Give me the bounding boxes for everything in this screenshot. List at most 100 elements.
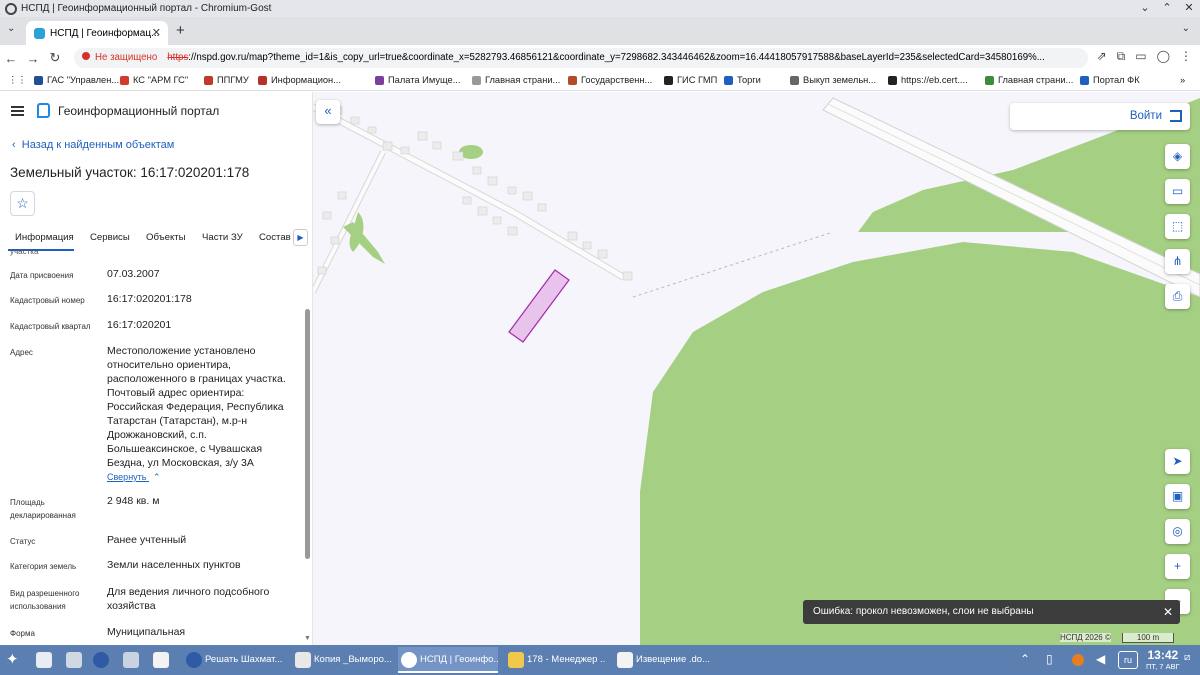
bookmark-item[interactable]: ППГМУ xyxy=(204,75,249,85)
taskbar-task-active[interactable]: НСПД | Геоинфо... xyxy=(398,647,498,673)
scale-label: 100 m xyxy=(1136,633,1160,642)
shutdown-app-icon[interactable] xyxy=(153,652,169,668)
bookmark-item[interactable]: https://eb.cert.... xyxy=(888,75,968,85)
tab-info[interactable]: Информация xyxy=(15,232,74,243)
browser-logo-icon xyxy=(5,2,17,15)
taskbar-task[interactable]: Извещение .do... xyxy=(614,647,714,673)
show-desktop-icon[interactable]: ⧄ xyxy=(1184,652,1200,668)
files-icon[interactable] xyxy=(36,652,52,668)
tab-objects[interactable]: Объекты xyxy=(146,232,186,243)
bookmark-label: ГАС "Управлен... xyxy=(47,75,120,85)
bookmark-item[interactable]: ГИС ГМП xyxy=(664,75,717,85)
tray-expand-icon[interactable]: ⌃ xyxy=(1020,652,1036,668)
field-value: 2 948 кв. м xyxy=(107,495,160,507)
bookmark-item[interactable]: КС "АРМ ГС" xyxy=(120,75,188,85)
hamburger-menu-icon[interactable] xyxy=(11,106,24,116)
bookmark-item[interactable]: Информацион... xyxy=(258,75,341,85)
bookmark-favicon-icon xyxy=(888,75,897,85)
navigation-bar: ← → ↻ Не защищено https://nspd.gov.ru/map… xyxy=(0,45,1200,71)
task-label: Решать Шахмат... xyxy=(205,654,283,665)
geolocation-icon[interactable]: ➤ xyxy=(1165,449,1190,474)
task-label: Извещение .do... xyxy=(636,654,711,665)
login-arrow-icon xyxy=(1170,110,1182,122)
usb-icon[interactable]: ▯ xyxy=(1046,652,1062,668)
bookmark-favicon-icon xyxy=(34,75,43,85)
tabs-scroll-right-button[interactable]: ▶ xyxy=(293,229,308,246)
more-bookmarks-icon[interactable]: » xyxy=(1180,75,1185,85)
print-icon[interactable]: ⎙ xyxy=(1165,284,1190,309)
task-label: НСПД | Геоинфо... xyxy=(420,654,498,665)
restore-icon[interactable]: ⌃ xyxy=(1156,0,1178,17)
share-icon[interactable]: ⇗ xyxy=(1097,49,1107,64)
panel-scrollbar[interactable] xyxy=(305,309,310,559)
field-value: 16:17:020201:178 xyxy=(107,293,192,305)
bookmark-favicon-icon xyxy=(375,75,384,85)
notification-icon[interactable] xyxy=(1072,654,1084,666)
scroll-down-icon[interactable]: ▼ xyxy=(304,635,311,642)
bookmark-item[interactable]: ГАС "Управлен... xyxy=(34,75,119,85)
back-link-label: Назад к найденным объектам xyxy=(21,139,175,151)
back-to-results-link[interactable]: ‹ Назад к найденным объектам xyxy=(12,139,174,151)
map-canvas[interactable] xyxy=(313,92,1200,645)
favorite-star-button[interactable]: ☆ xyxy=(10,191,35,216)
login-button[interactable]: Войти xyxy=(1010,103,1190,130)
address-bar[interactable]: Не защищено https://nspd.gov.ru/map?theme… xyxy=(74,48,1088,68)
ruler-icon[interactable]: ▭ xyxy=(1165,179,1190,204)
tab-search-icon[interactable]: ⌄ xyxy=(7,23,15,34)
bookmarks-bar: ⋮⋮ ГАС "Управлен... КС "АРМ ГС" ППГМУ Инфор… xyxy=(0,71,1200,91)
url-scheme: https xyxy=(167,52,189,63)
close-tab-icon[interactable]: ✕ xyxy=(152,26,161,39)
collapse-panel-button[interactable]: « xyxy=(316,100,340,124)
apps-icon[interactable]: ⋮⋮ xyxy=(8,75,27,86)
window-switcher-icon[interactable] xyxy=(66,652,82,668)
window-titlebar: НСПД | Геоинформационный портал - Chromi… xyxy=(0,0,1200,17)
bookmark-item[interactable]: Палата Имуще... xyxy=(375,75,460,85)
bookmark-item[interactable]: Государственн... xyxy=(568,75,652,85)
profile-icon[interactable]: ◯ xyxy=(1157,49,1170,64)
zoom-in-button[interactable]: + xyxy=(1165,554,1190,579)
bookmark-item[interactable]: Главная страни... xyxy=(985,75,1073,85)
forward-icon[interactable]: → xyxy=(22,51,44,66)
back-icon[interactable]: ← xyxy=(0,51,22,66)
bookmark-label: ГИС ГМП xyxy=(677,75,718,85)
portal-logo-icon xyxy=(37,103,50,118)
select-area-icon[interactable]: ⬚ xyxy=(1165,214,1190,239)
app-icon[interactable] xyxy=(123,652,139,668)
start-menu-icon[interactable]: ✦ xyxy=(6,652,22,668)
taskbar-task[interactable]: 178 - Менеджер ... xyxy=(505,647,605,673)
field-value: Ранее учтенный xyxy=(107,534,187,546)
reload-icon[interactable]: ↻ xyxy=(44,50,66,66)
field-label: Дата присвоения xyxy=(10,271,74,280)
compass-icon[interactable]: ◎ xyxy=(1165,519,1190,544)
tab-list-icon[interactable]: ⌄ xyxy=(1182,23,1190,34)
extensions-icon[interactable]: ⧉ xyxy=(1117,49,1126,64)
bookmark-label: Информацион... xyxy=(271,75,341,85)
yandex-browser-icon[interactable] xyxy=(93,652,109,668)
tab-composition[interactable]: Состав xyxy=(259,232,291,243)
bookmark-item[interactable]: Главная страни... xyxy=(472,75,560,85)
keyboard-layout[interactable]: ru xyxy=(1118,651,1138,669)
tab-services[interactable]: Сервисы xyxy=(90,232,130,243)
clock[interactable]: 13:42 ПТ, 7 АВГ xyxy=(1146,648,1180,671)
volume-icon[interactable]: ◀ xyxy=(1096,652,1112,668)
map-copyright: НСПД 2026 © xyxy=(1060,633,1111,642)
map-layer xyxy=(313,92,1200,645)
new-tab-icon[interactable]: + xyxy=(176,22,185,39)
menu-icon[interactable]: ⋮ xyxy=(1180,49,1192,64)
bookmark-item[interactable]: Торги xyxy=(724,75,761,85)
close-window-icon[interactable]: ✕ xyxy=(1178,0,1200,17)
minimize-icon[interactable]: ⌄ xyxy=(1134,0,1156,17)
taskbar-task[interactable]: Копия _Выморо... xyxy=(292,647,392,673)
basemap-icon[interactable]: ▣ xyxy=(1165,484,1190,509)
bookmark-item[interactable]: Выкуп земельн... xyxy=(790,75,876,85)
browser-tab-active[interactable]: НСПД | Геоинформац... ✕ xyxy=(26,21,168,45)
taskbar-task[interactable]: Решать Шахмат... xyxy=(183,647,283,673)
share-map-icon[interactable]: ⋔ xyxy=(1165,249,1190,274)
bookmark-item[interactable]: Портал ФК xyxy=(1080,75,1140,85)
sidepanel-icon[interactable]: ▭ xyxy=(1135,49,1146,64)
tab-parts[interactable]: Части ЗУ xyxy=(202,232,243,243)
field-value: Земли населенных пунктов xyxy=(107,559,241,571)
layers-icon[interactable]: ◈ xyxy=(1165,144,1190,169)
close-toast-icon[interactable]: ✕ xyxy=(1163,600,1173,624)
collapse-link[interactable]: Свернуть ⌃ xyxy=(107,472,161,483)
